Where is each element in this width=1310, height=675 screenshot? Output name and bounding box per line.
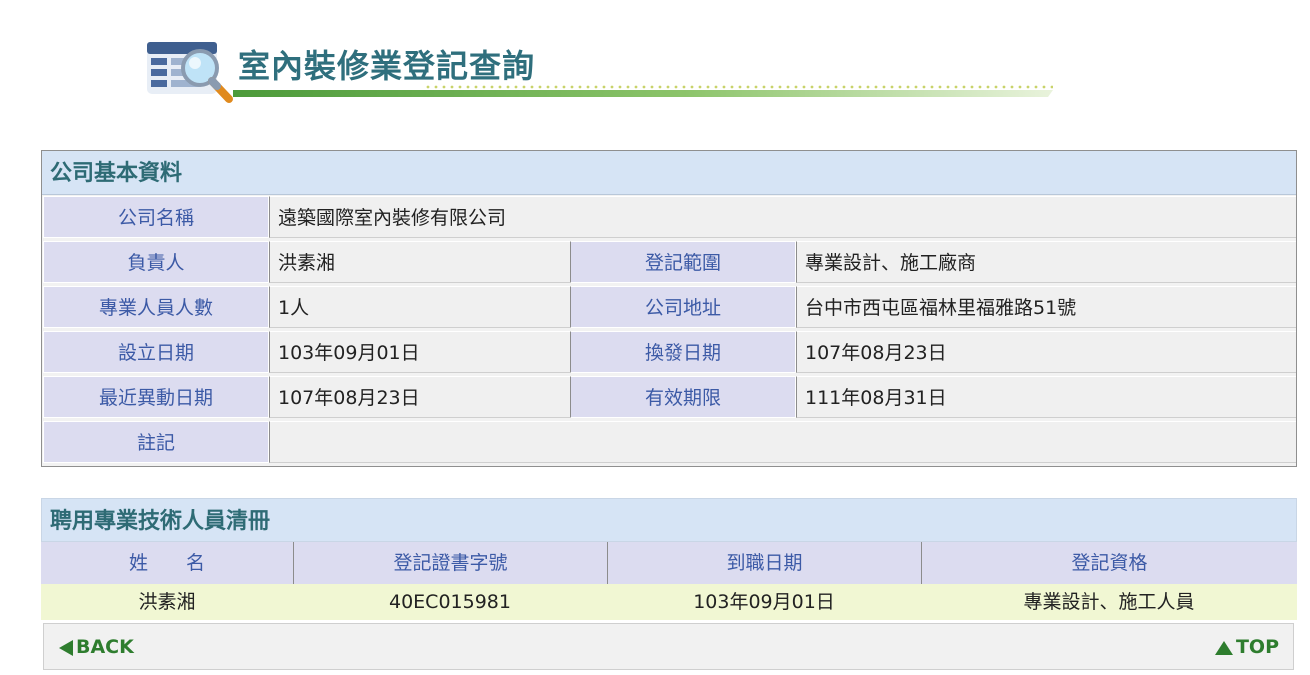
last-change-date-label: 最近異動日期 [43, 376, 269, 418]
staff-list-table: 聘用專業技術人員清冊 姓 名 登記證書字號 到職日期 登記資格 洪素湘 40EC… [41, 498, 1297, 624]
column-header-qualification: 登記資格 [921, 542, 1297, 584]
top-button[interactable]: TOP [1214, 624, 1279, 671]
company-name-value: 遠築國際室內裝修有限公司 [269, 196, 1296, 238]
table-row-cell-qualification: 專業設計、施工人員 [921, 584, 1297, 620]
renewal-date-label: 換發日期 [570, 331, 796, 373]
company-info-table: 公司基本資料 公司名稱 遠築國際室內裝修有限公司 負責人 洪素湘 登記範圍 專業… [41, 150, 1297, 467]
top-label: TOP [1235, 636, 1279, 658]
staff-count-label: 專業人員人數 [43, 286, 269, 328]
note-value [269, 421, 1296, 463]
expiry-date-label: 有效期限 [570, 376, 796, 418]
column-header-certificate-no: 登記證書字號 [293, 542, 607, 584]
page-header: 室內裝修業登記查詢 [145, 36, 1055, 110]
header-divider [233, 84, 1053, 97]
scope-label: 登記範圍 [570, 241, 796, 283]
address-label: 公司地址 [570, 286, 796, 328]
staff-list-heading: 聘用專業技術人員清冊 [41, 498, 1297, 542]
established-date-label: 設立日期 [43, 331, 269, 373]
magnifier-over-list-icon [147, 42, 233, 103]
owner-label: 負責人 [43, 241, 269, 283]
column-header-hire-date: 到職日期 [607, 542, 921, 584]
bottom-nav-bar: BACK TOP [43, 623, 1294, 670]
expiry-date-value: 111年08月31日 [796, 376, 1296, 418]
table-row-cell-hire-date: 103年09月01日 [607, 584, 921, 620]
company-name-label: 公司名稱 [43, 196, 269, 238]
triangle-left-icon [59, 639, 73, 656]
last-change-date-value: 107年08月23日 [269, 376, 570, 418]
scope-value: 專業設計、施工廠商 [796, 241, 1296, 283]
company-info-heading: 公司基本資料 [42, 151, 1296, 195]
table-row-cell-certificate-no: 40EC015981 [293, 584, 607, 620]
table-row-cell-name: 洪素湘 [41, 584, 293, 620]
back-button[interactable]: BACK [58, 624, 134, 671]
address-value: 台中市西屯區福林里福雅路51號 [796, 286, 1296, 328]
renewal-date-value: 107年08月23日 [796, 331, 1296, 373]
owner-value: 洪素湘 [269, 241, 570, 283]
note-label: 註記 [43, 421, 269, 463]
triangle-up-icon [1214, 640, 1233, 655]
column-header-name: 姓 名 [41, 542, 293, 584]
page-title: 室內裝修業登記查詢 [238, 47, 536, 85]
back-label: BACK [76, 636, 134, 658]
staff-count-value: 1人 [269, 286, 570, 328]
established-date-value: 103年09月01日 [269, 331, 570, 373]
